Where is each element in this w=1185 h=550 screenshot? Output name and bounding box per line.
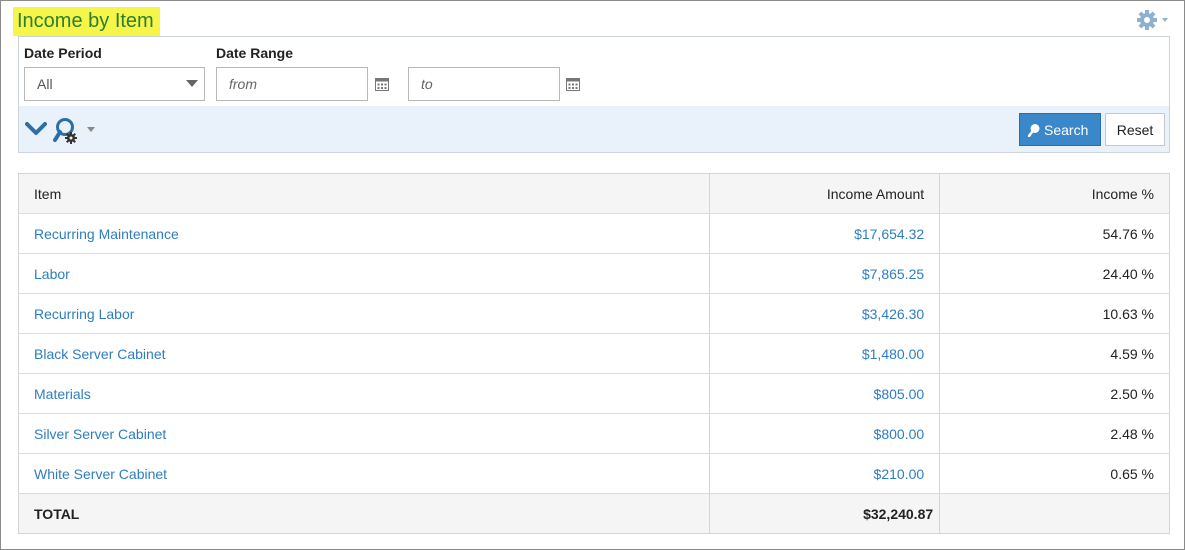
column-header-item[interactable]: Item (18, 173, 711, 214)
date-period-select[interactable]: All (24, 67, 205, 101)
search-button[interactable]: Search (1019, 113, 1101, 146)
search-icon (1028, 124, 1040, 137)
item-link[interactable]: Materials (34, 386, 91, 402)
table-row: Silver Server Cabinet $800.00 2.48 % (18, 413, 1170, 454)
date-period-value: All (37, 76, 53, 92)
item-link[interactable]: Black Server Cabinet (34, 346, 166, 362)
amount-link[interactable]: $805.00 (874, 386, 925, 402)
percent-cell: 10.63 % (939, 293, 1170, 334)
total-percent-cell (939, 493, 1170, 534)
search-gear-icon[interactable] (53, 116, 101, 144)
column-header-income-percent[interactable]: Income % (939, 173, 1170, 214)
item-link[interactable]: Recurring Maintenance (34, 226, 179, 242)
amount-link[interactable]: $1,480.00 (862, 346, 924, 362)
percent-cell: 2.50 % (939, 373, 1170, 414)
chevron-down-icon[interactable] (25, 120, 47, 138)
amount-link[interactable]: $800.00 (874, 426, 925, 442)
settings-menu[interactable] (1136, 9, 1170, 31)
calendar-icon[interactable] (375, 77, 389, 91)
reset-button[interactable]: Reset (1105, 113, 1165, 146)
percent-cell: 4.59 % (939, 333, 1170, 374)
percent-cell: 54.76 % (939, 213, 1170, 254)
date-period-label: Date Period (24, 45, 102, 61)
date-to-input[interactable] (408, 67, 560, 101)
date-range-label: Date Range (216, 45, 294, 61)
caret-down-icon (87, 127, 95, 132)
amount-link[interactable]: $210.00 (874, 466, 925, 482)
filter-panel: Date Period Date Range All from to Searc… (18, 36, 1170, 153)
gear-icon (1137, 10, 1168, 30)
table-row: White Server Cabinet $210.00 0.65 % (18, 453, 1170, 494)
percent-cell: 2.48 % (939, 413, 1170, 454)
caret-down-icon (1162, 18, 1168, 22)
filter-toolbar: Search Reset (19, 106, 1169, 152)
percent-cell: 0.65 % (939, 453, 1170, 494)
table-row: Labor $7,865.25 24.40 % (18, 253, 1170, 294)
item-link[interactable]: Recurring Labor (34, 306, 134, 322)
amount-link[interactable]: $3,426.30 (862, 306, 924, 322)
calendar-icon[interactable] (566, 77, 580, 91)
percent-cell: 24.40 % (939, 253, 1170, 294)
column-header-income-amount[interactable]: Income Amount (709, 173, 941, 214)
income-table: Item Income Amount Income % Recurring Ma… (18, 173, 1170, 534)
table-header-row: Item Income Amount Income % (18, 173, 1170, 214)
report-window: Income by Item Date Period Date Range Al… (0, 0, 1185, 550)
date-from-input[interactable] (216, 67, 368, 101)
item-link[interactable]: Labor (34, 266, 70, 282)
item-link[interactable]: White Server Cabinet (34, 466, 167, 482)
total-amount: $32,240.87 (709, 493, 941, 534)
caret-down-icon (186, 80, 198, 87)
table-row: Materials $805.00 2.50 % (18, 373, 1170, 414)
amount-link[interactable]: $7,865.25 (862, 266, 924, 282)
page-title: Income by Item (13, 7, 160, 36)
item-link[interactable]: Silver Server Cabinet (34, 426, 166, 442)
total-label: TOTAL (18, 493, 711, 534)
total-row: TOTAL $32,240.87 (18, 493, 1170, 534)
table-row: Black Server Cabinet $1,480.00 4.59 % (18, 333, 1170, 374)
table-row: Recurring Maintenance $17,654.32 54.76 % (18, 213, 1170, 254)
search-button-label: Search (1044, 122, 1089, 138)
amount-link[interactable]: $17,654.32 (854, 226, 924, 242)
table-row: Recurring Labor $3,426.30 10.63 % (18, 293, 1170, 334)
